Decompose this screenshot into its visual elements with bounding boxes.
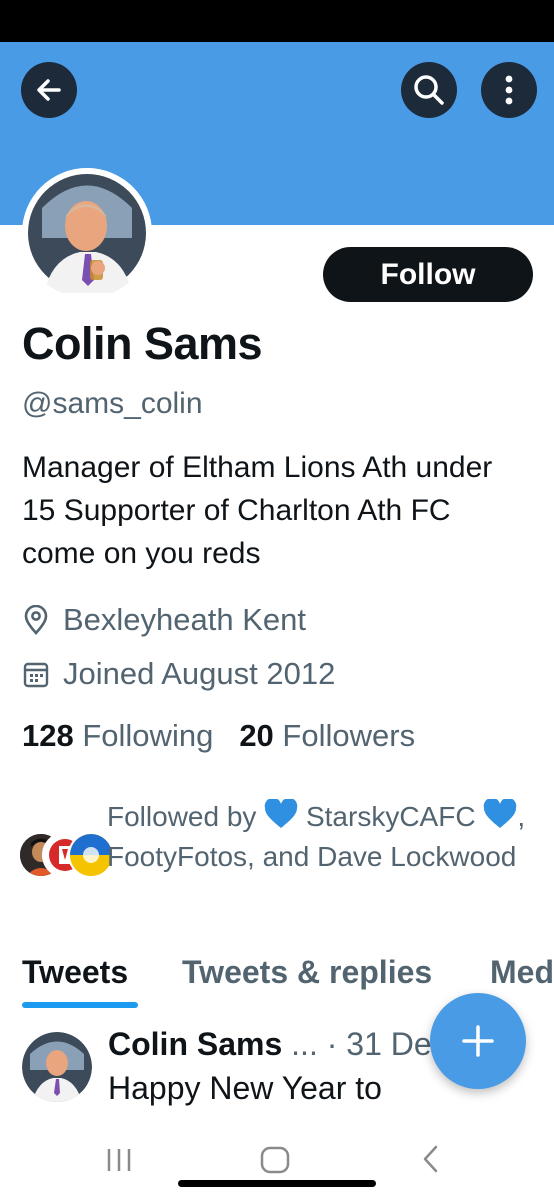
tab-tweets-replies[interactable]: Tweets & replies [182, 954, 432, 991]
tab-media[interactable]: Media [490, 954, 554, 991]
blue-heart-icon [484, 799, 517, 828]
location-pin-icon [24, 605, 48, 635]
status-bar [0, 0, 554, 42]
blue-heart-icon [264, 799, 298, 828]
tweet-meta: ... · 31 De [291, 1026, 432, 1062]
following-label: Following [82, 718, 214, 753]
compose-tweet-button[interactable] [430, 993, 526, 1089]
followed-by-text[interactable]: Followed by StarskyCAFC , FootyFotos, an… [107, 797, 537, 877]
profile-name: Colin Sams [22, 318, 263, 369]
calendar-icon [23, 662, 49, 688]
profile-handle: @sams_colin [22, 387, 203, 420]
system-back-icon[interactable] [420, 1144, 442, 1174]
arrow-left-icon [37, 79, 61, 101]
followed-by-prefix: Followed by [107, 801, 257, 832]
follow-counts: 128 Following 20 Followers [22, 718, 415, 754]
profile-bio: Manager of Eltham Lions Ath under 15 Sup… [22, 451, 493, 570]
tab-tweets[interactable]: Tweets [22, 954, 128, 991]
more-options-button[interactable] [481, 62, 537, 118]
join-date-text: Joined August 2012 [63, 656, 336, 691]
search-icon [414, 75, 444, 105]
home-icon[interactable] [259, 1145, 291, 1175]
tweet-author[interactable]: Colin Sams [108, 1026, 282, 1062]
recent-apps-icon[interactable] [105, 1146, 135, 1174]
following-count: 128 [22, 718, 74, 753]
back-button[interactable] [21, 62, 77, 118]
profile-join-date: Joined August 2012 [22, 656, 335, 692]
profile-location: Bexleyheath Kent [22, 602, 306, 638]
tweet-avatar[interactable] [22, 1032, 92, 1102]
followers-link[interactable]: 20 Followers [239, 718, 415, 753]
more-vertical-icon [505, 75, 513, 105]
following-link[interactable]: 128 Following [22, 718, 213, 753]
followers-label: Followers [282, 718, 416, 753]
followed-by-first: StarskyCAFC [305, 801, 476, 832]
profile-avatar[interactable] [22, 168, 152, 298]
plus-icon [462, 1025, 494, 1057]
tweet-text[interactable]: Happy New Year to [108, 1070, 382, 1107]
follow-button[interactable]: Follow [323, 247, 533, 302]
location-text: Bexleyheath Kent [63, 602, 307, 637]
followed-by-avatars[interactable] [18, 832, 114, 878]
search-button[interactable] [401, 62, 457, 118]
tweet-header: Colin Sams ... · 31 De [108, 1026, 438, 1063]
active-tab-indicator [22, 1002, 138, 1008]
followers-count: 20 [239, 718, 274, 753]
home-indicator [178, 1180, 376, 1187]
